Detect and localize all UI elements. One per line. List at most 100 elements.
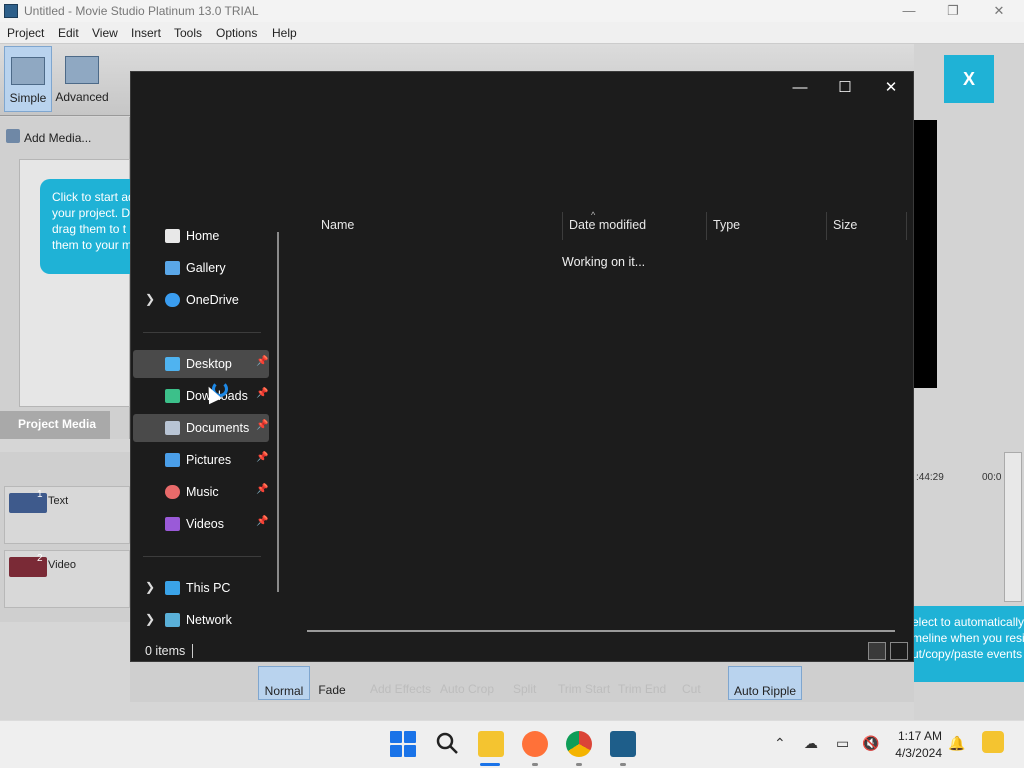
dialog-close-button[interactable]: ✕ [868, 74, 914, 102]
menu-help[interactable]: Help [272, 26, 297, 40]
nav-item-this-pc[interactable]: ❯ This PC [133, 574, 269, 602]
dialog-minimize-button[interactable]: — [777, 74, 823, 102]
chevron-up-icon[interactable]: ⌃ [774, 735, 786, 752]
start-button[interactable] [390, 731, 416, 757]
add-effects-button[interactable]: Add Effects [370, 682, 431, 696]
clock-time[interactable]: 1:17 AM [882, 729, 942, 743]
chevron-right-icon[interactable]: ❯ [145, 292, 155, 306]
track-number: 2 [37, 553, 43, 564]
file-list-scrollbar[interactable] [307, 630, 895, 632]
nav-scrollbar[interactable] [277, 232, 279, 592]
nav-item-desktop[interactable]: Desktop 📌 [133, 350, 269, 378]
notification-bell-icon[interactable]: 🔔 [948, 735, 965, 752]
cut-button[interactable]: Cut [682, 682, 701, 696]
column-type[interactable]: Type [713, 218, 740, 232]
timeline-timecode: :44:29 [916, 472, 944, 483]
menu-options[interactable]: Options [216, 26, 257, 40]
trim-end-button[interactable]: Trim End [618, 682, 666, 696]
fade-button[interactable]: Fade [314, 666, 350, 700]
track-name: Video [48, 559, 76, 571]
download-icon [165, 389, 180, 403]
nav-label: Pictures [186, 453, 232, 467]
chevron-right-icon[interactable]: ❯ [145, 612, 155, 626]
cloud-offline-icon[interactable]: ☁ [804, 735, 818, 752]
track-list: 1 Text 2 Video [0, 452, 130, 622]
column-name[interactable]: Name [321, 218, 354, 232]
video-preview [914, 120, 937, 388]
nav-label: Network [186, 613, 232, 627]
track-text[interactable]: 1 Text [4, 486, 130, 544]
menu-project[interactable]: Project [7, 26, 44, 40]
timeline-timecode-end: 00:0 [982, 472, 1002, 483]
tip-bubble-line: meline when you resi [912, 631, 1024, 645]
open-app-indicator [576, 763, 582, 766]
nav-label: Home [186, 229, 220, 243]
normal-button[interactable]: Normal [258, 666, 310, 700]
nav-item-pictures[interactable]: Pictures 📌 [133, 446, 269, 474]
column-divider[interactable] [706, 212, 707, 240]
app-minimize-button[interactable]: — [886, 0, 932, 22]
navigation-pane: Home Gallery ❯ OneDrive Desktop 📌 Downlo… [131, 222, 281, 642]
nav-label: Music [186, 485, 219, 499]
menu-tools[interactable]: Tools [174, 26, 202, 40]
movie-studio-icon[interactable] [610, 731, 636, 757]
help-bubble: Click to start ad your project. D drag t… [40, 179, 135, 274]
advanced-mode-button[interactable]: Advanced [54, 46, 110, 112]
menu-edit[interactable]: Edit [58, 26, 79, 40]
menu-insert[interactable]: Insert [131, 26, 161, 40]
chrome-icon[interactable] [566, 731, 592, 757]
nav-item-home[interactable]: Home [133, 222, 269, 250]
pin-icon: 📌 [256, 452, 269, 463]
file-explorer-icon[interactable] [478, 731, 504, 757]
cloud-icon [165, 293, 180, 307]
column-date-modified[interactable]: Date modified [569, 218, 646, 232]
details-view-icon[interactable] [868, 642, 886, 660]
search-icon[interactable] [435, 731, 461, 757]
project-media-tab[interactable]: Project Media [0, 411, 110, 439]
nav-item-gallery[interactable]: Gallery [133, 254, 269, 282]
track-video[interactable]: 2 Video [4, 550, 130, 608]
app-close-button[interactable]: ✕ [976, 0, 1022, 22]
menu-view[interactable]: View [92, 26, 118, 40]
dialog-maximize-button[interactable]: ☐ [822, 74, 868, 102]
tiles-view-icon[interactable] [890, 642, 908, 660]
auto-crop-button[interactable]: Auto Crop [440, 682, 494, 696]
simple-mode-label: Simple [9, 91, 47, 105]
timeline-scrollbar[interactable] [1004, 452, 1022, 602]
nav-divider [143, 332, 261, 333]
windows-logo-icon [390, 731, 402, 743]
nav-label: OneDrive [186, 293, 239, 307]
pc-icon [165, 581, 180, 595]
auto-ripple-button[interactable]: Auto Ripple [728, 666, 802, 700]
split-button[interactable]: Split [513, 682, 536, 696]
app-restore-button[interactable]: ❐ [930, 0, 976, 22]
clock-date[interactable]: 4/3/2024 [882, 746, 942, 760]
column-size[interactable]: Size [833, 218, 857, 232]
display-icon[interactable]: ▭ [836, 735, 849, 752]
volume-muted-icon[interactable]: 🔇 [862, 735, 879, 752]
add-media-button[interactable]: Add Media... [24, 131, 91, 145]
firefox-icon[interactable] [522, 731, 548, 757]
column-divider[interactable] [562, 212, 563, 240]
simple-mode-button[interactable]: Simple [4, 46, 52, 112]
nav-item-downloads[interactable]: Downloads 📌 [133, 382, 269, 410]
chevron-right-icon[interactable]: ❯ [145, 580, 155, 594]
nav-item-documents[interactable]: Documents 📌 [133, 414, 269, 442]
trim-start-button[interactable]: Trim Start [558, 682, 610, 696]
pin-icon: 📌 [256, 516, 269, 527]
nav-item-music[interactable]: Music 📌 [133, 478, 269, 506]
copilot-icon[interactable] [982, 731, 1004, 753]
nav-item-onedrive[interactable]: ❯ OneDrive [133, 286, 269, 314]
nav-item-network[interactable]: ❯ Network [133, 606, 269, 634]
nav-label: Desktop [186, 357, 232, 371]
nav-label: Videos [186, 517, 224, 531]
column-divider[interactable] [906, 212, 907, 240]
column-divider[interactable] [826, 212, 827, 240]
help-bubble-line: Click to start ad [52, 190, 135, 204]
music-icon [165, 485, 180, 499]
close-tutorial-button[interactable]: X [944, 55, 994, 103]
nav-item-videos[interactable]: Videos 📌 [133, 510, 269, 538]
nav-label: Gallery [186, 261, 226, 275]
movie-studio-logo-icon [4, 4, 18, 18]
app-title: Untitled - Movie Studio Platinum 13.0 TR… [24, 4, 259, 18]
